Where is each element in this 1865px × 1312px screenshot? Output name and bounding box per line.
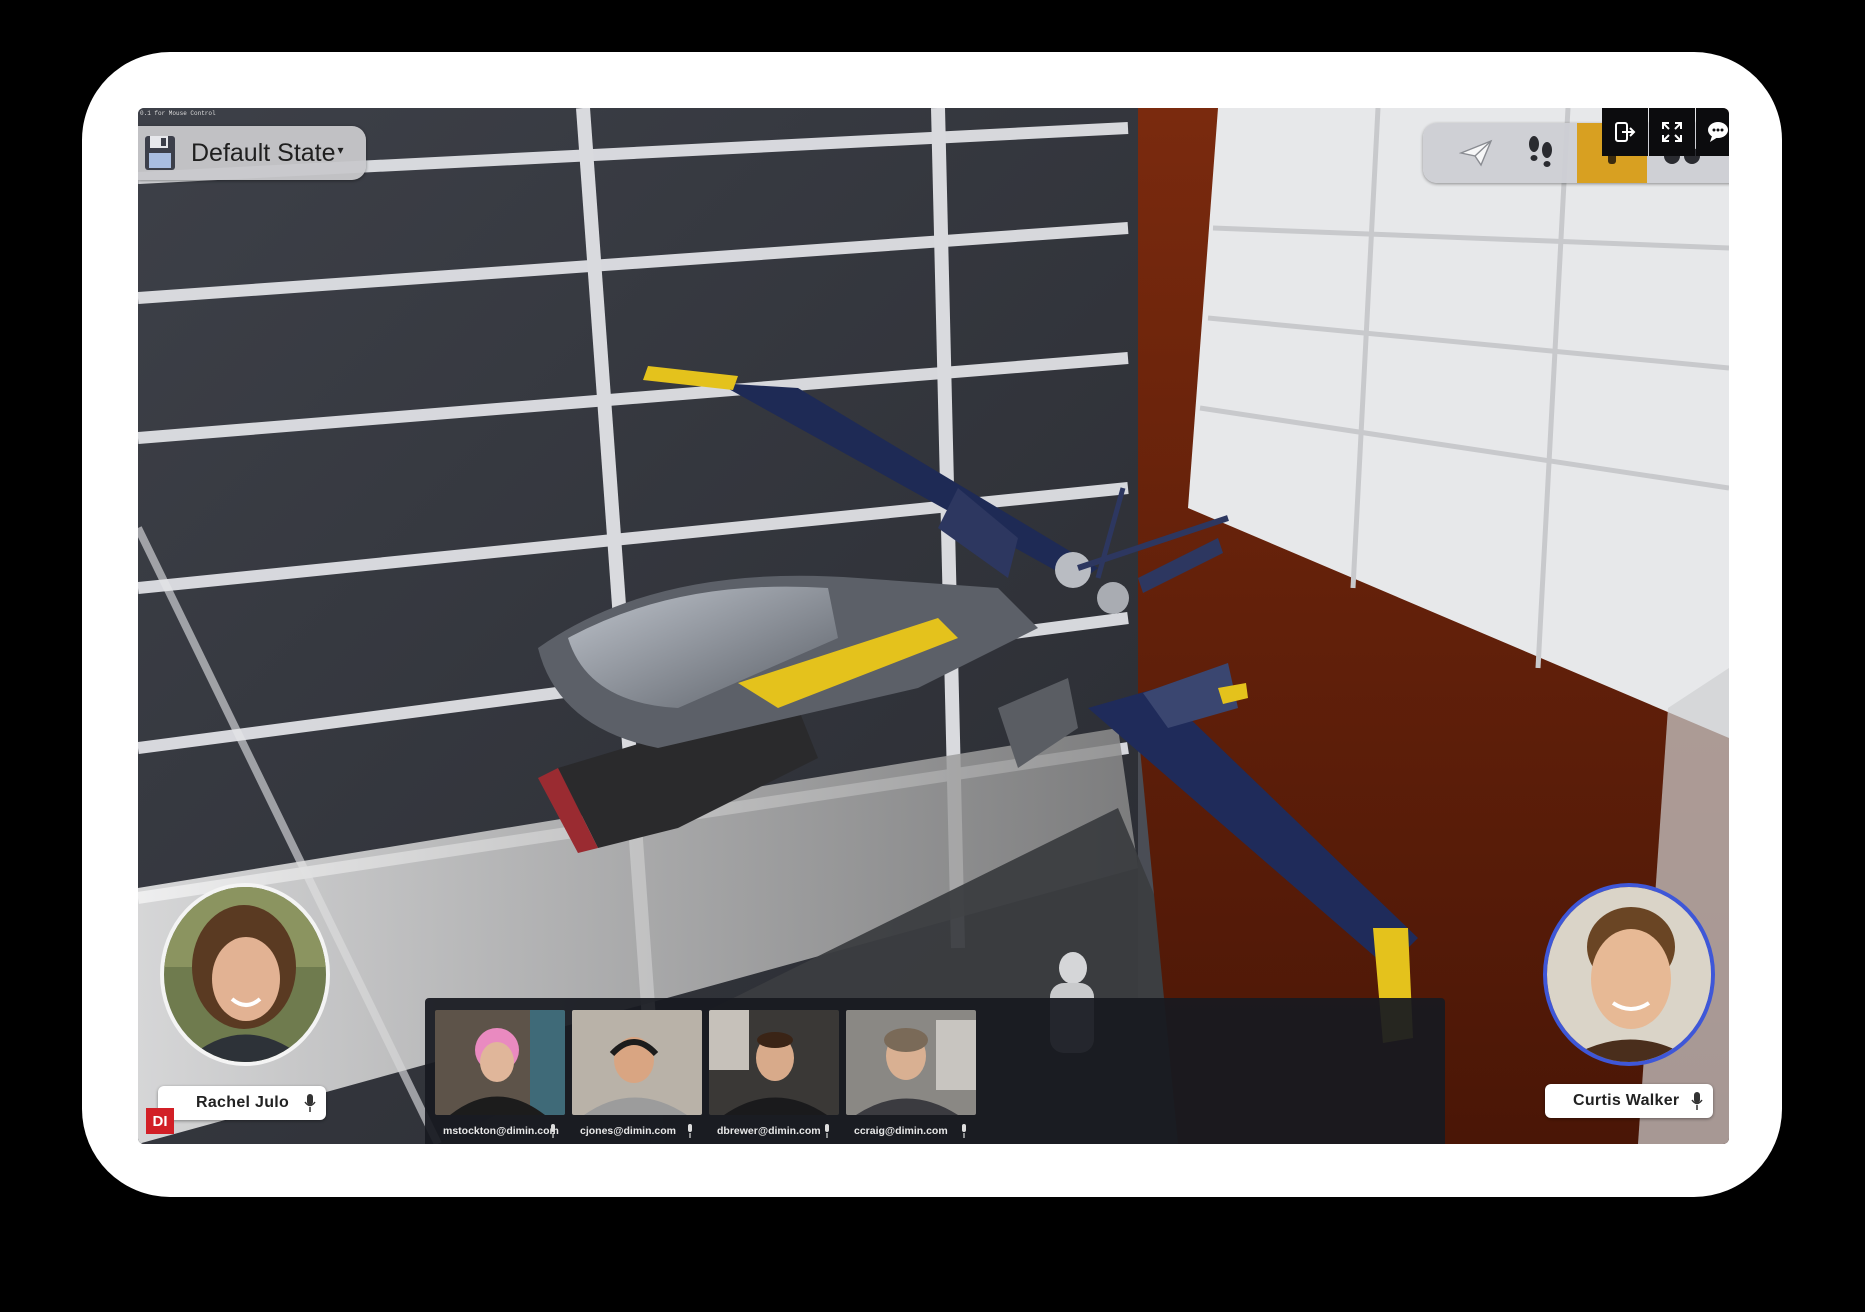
presenter-label-rachel: Rachel Julo	[158, 1086, 326, 1120]
presenter-name: Rachel Julo	[196, 1094, 290, 1111]
participant-video	[572, 1010, 702, 1115]
presenter-name: Curtis Walker	[1573, 1092, 1680, 1109]
participant-email: ccraig@dimin.com	[854, 1125, 948, 1137]
fullscreen-icon	[1662, 122, 1682, 142]
fullscreen-button[interactable]	[1649, 108, 1695, 156]
microphone-icon[interactable]	[686, 1124, 694, 1138]
microphone-icon[interactable]	[549, 1124, 557, 1138]
walk-tool-button[interactable]	[1508, 123, 1574, 183]
microphone-icon[interactable]	[823, 1124, 831, 1138]
chat-button[interactable]	[1696, 108, 1729, 156]
participants-bar: mstockton@dimin.com cjones@dimin.com dbr…	[425, 998, 1445, 1144]
microphone-icon[interactable]	[304, 1093, 316, 1113]
microphone-icon[interactable]	[1691, 1091, 1703, 1111]
participant-label: ccraig@dimin.com	[846, 1122, 976, 1140]
participant-email: mstockton@dimin.com	[443, 1125, 559, 1137]
viewport-screen[interactable]: 0.1 for Mouse Control Default State ▾ Ra…	[138, 108, 1729, 1144]
participant-video	[709, 1010, 839, 1115]
footsteps-icon	[1529, 136, 1552, 167]
di-logo: DI	[146, 1108, 174, 1134]
floppy-disk-icon	[145, 136, 175, 170]
avatar	[1547, 887, 1711, 1062]
participant-tile[interactable]: ccraig@dimin.com	[846, 1010, 976, 1138]
presenter-video-curtis[interactable]	[1543, 883, 1715, 1066]
participant-email: cjones@dimin.com	[580, 1125, 677, 1137]
participant-tile[interactable]: mstockton@dimin.com	[435, 1010, 565, 1138]
presenter-video-rachel[interactable]	[160, 883, 330, 1066]
participant-tile[interactable]: dbrewer@dimin.com	[709, 1010, 839, 1138]
exit-button[interactable]	[1602, 108, 1648, 156]
paper-plane-icon	[1459, 139, 1493, 167]
participant-video	[846, 1010, 976, 1115]
chat-icon	[1708, 122, 1728, 142]
participant-tile[interactable]: cjones@dimin.com	[572, 1010, 702, 1138]
participant-email: dbrewer@dimin.com	[717, 1125, 821, 1137]
participant-label: dbrewer@dimin.com	[709, 1122, 839, 1140]
presenter-label-curtis: Curtis Walker	[1545, 1084, 1713, 1118]
exit-icon	[1615, 122, 1636, 142]
participant-label: cjones@dimin.com	[572, 1122, 702, 1140]
state-selector-label: Default State	[191, 138, 336, 167]
send-tool-button[interactable]	[1443, 123, 1509, 183]
chevron-down-icon: ▾	[337, 143, 344, 157]
state-selector[interactable]: Default State ▾	[138, 126, 366, 180]
participant-video	[435, 1010, 565, 1115]
microphone-icon[interactable]	[960, 1124, 968, 1138]
participant-label: mstockton@dimin.com	[435, 1122, 565, 1140]
avatar	[164, 887, 326, 1062]
3d-scene-view[interactable]	[138, 108, 1729, 1144]
debug-text: 0.1 for Mouse Control	[140, 110, 216, 117]
